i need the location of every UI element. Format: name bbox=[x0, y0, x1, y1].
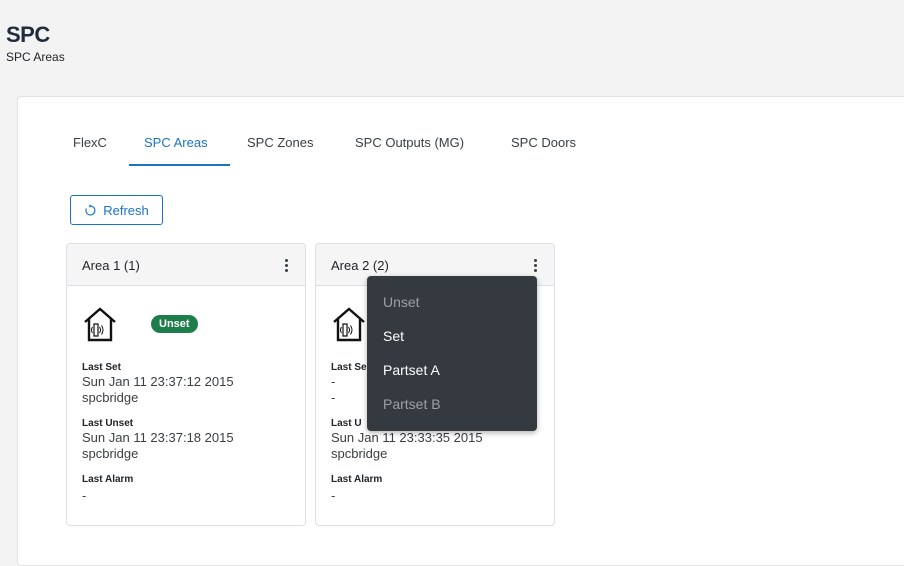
house-alarm-icon bbox=[333, 307, 365, 342]
last-alarm-value: - bbox=[331, 488, 336, 503]
tab-spc-zones[interactable]: SPC Zones bbox=[247, 135, 313, 150]
last-set-label: Last Set bbox=[82, 362, 121, 373]
area-title: Area 1 (1) bbox=[82, 258, 140, 273]
area-title: Area 2 (2) bbox=[331, 258, 389, 273]
house-alarm-icon bbox=[84, 307, 116, 342]
last-unset-label: Last U bbox=[331, 418, 362, 429]
page-title: SPC bbox=[6, 22, 50, 47]
area-card-1: Area 1 (1) Unset Last Set Sun Jan 11 23:… bbox=[66, 243, 306, 526]
refresh-button[interactable]: Refresh bbox=[70, 195, 163, 225]
status-badge: Unset bbox=[151, 315, 198, 333]
area-menu-kebab-icon[interactable] bbox=[281, 256, 291, 274]
last-set-user: - bbox=[331, 390, 336, 405]
last-alarm-label: Last Alarm bbox=[82, 474, 134, 485]
refresh-icon bbox=[84, 203, 97, 217]
last-alarm-value: - bbox=[82, 488, 87, 503]
tab-spc-outputs[interactable]: SPC Outputs (MG) bbox=[355, 135, 464, 150]
last-set-label: Last Se bbox=[331, 362, 367, 373]
page-subtitle: SPC Areas bbox=[6, 50, 65, 64]
last-set-time: Sun Jan 11 23:37:12 2015 bbox=[82, 374, 234, 389]
last-unset-time: Sun Jan 11 23:33:35 2015 bbox=[331, 430, 483, 445]
last-alarm-label: Last Alarm bbox=[331, 474, 383, 485]
last-unset-label: Last Unset bbox=[82, 418, 134, 429]
tab-spc-areas[interactable]: SPC Areas bbox=[144, 135, 208, 150]
last-unset-user: spcbridge bbox=[331, 446, 388, 461]
menu-item-partset-a[interactable]: Partset A bbox=[383, 362, 440, 378]
last-set-time: - bbox=[331, 374, 336, 389]
last-unset-time: Sun Jan 11 23:37:18 2015 bbox=[82, 430, 234, 445]
refresh-label: Refresh bbox=[103, 202, 149, 218]
area-action-dropdown: Unset Set Partset A Partset B bbox=[367, 276, 537, 431]
active-tab-indicator bbox=[129, 164, 230, 166]
menu-item-partset-b[interactable]: Partset B bbox=[383, 396, 441, 412]
area-card-header: Area 1 (1) bbox=[67, 244, 305, 286]
last-unset-user: spcbridge bbox=[82, 446, 139, 461]
menu-item-set[interactable]: Set bbox=[383, 328, 404, 344]
area-menu-kebab-icon[interactable] bbox=[530, 256, 540, 274]
menu-item-unset[interactable]: Unset bbox=[383, 294, 420, 310]
last-set-user: spcbridge bbox=[82, 390, 139, 405]
tab-flexc[interactable]: FlexC bbox=[73, 135, 107, 150]
tab-spc-doors[interactable]: SPC Doors bbox=[511, 135, 576, 150]
